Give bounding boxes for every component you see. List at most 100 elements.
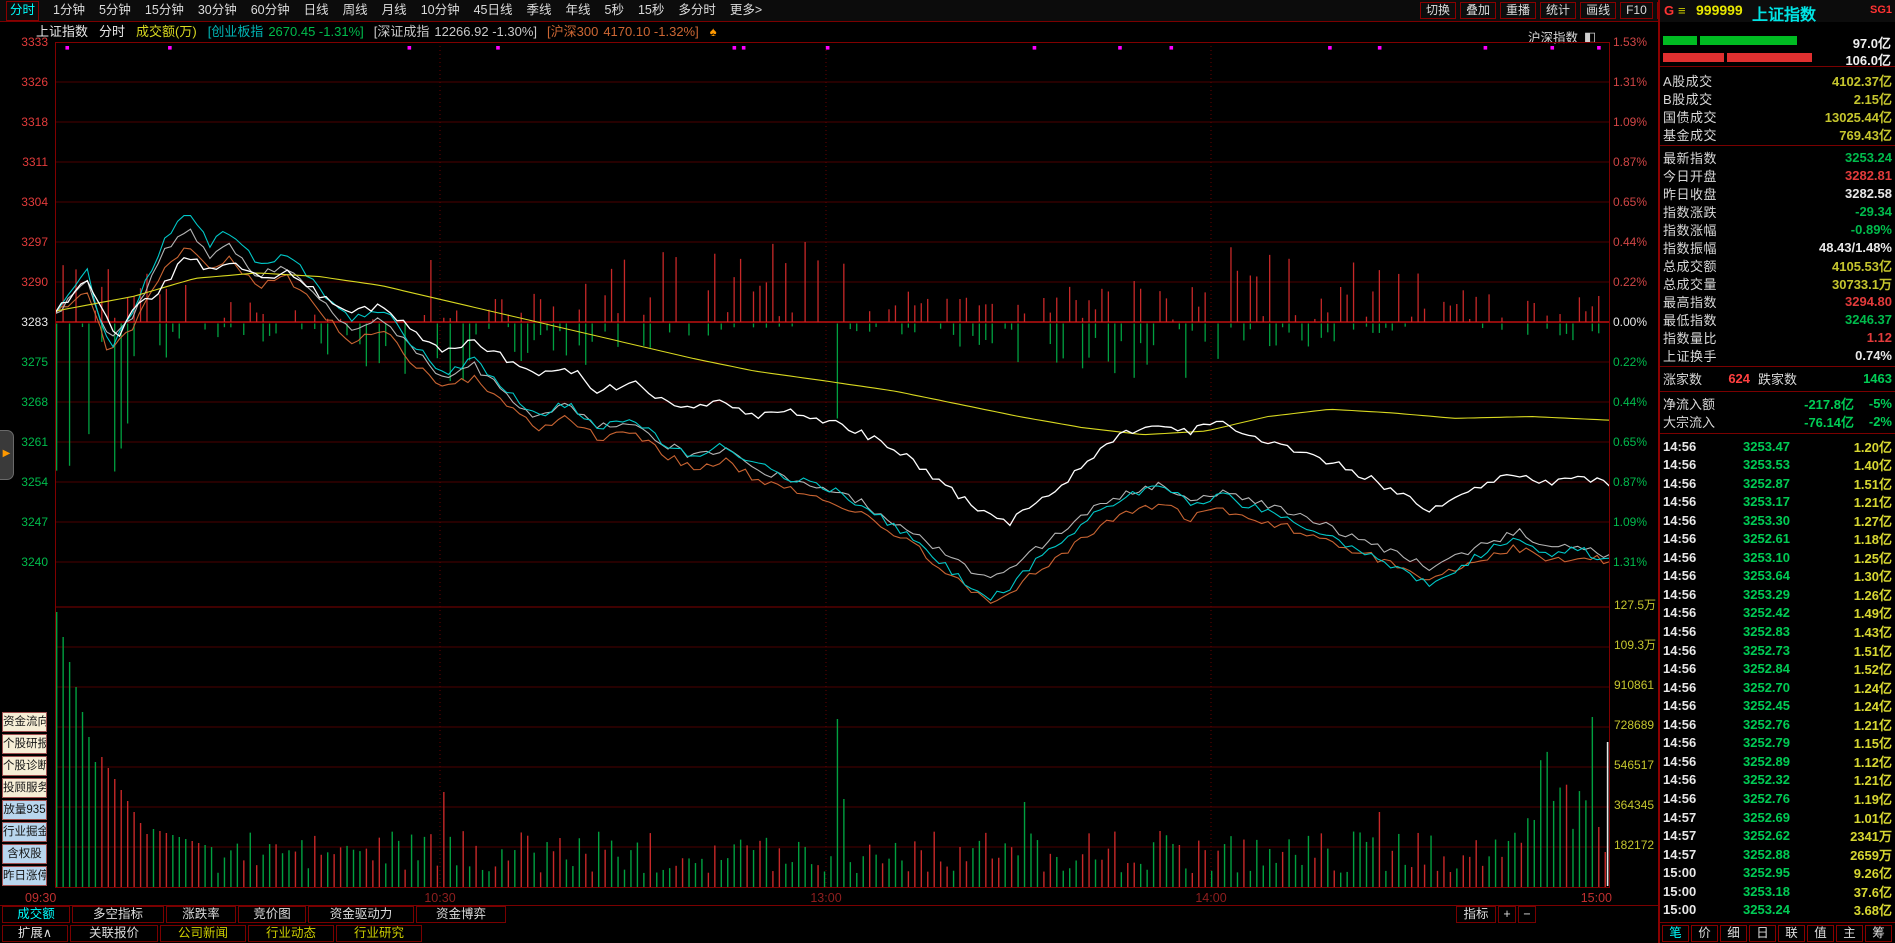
- marker-icon[interactable]: ♠: [710, 23, 717, 40]
- tick-time: 15:00: [1663, 865, 1697, 881]
- panel-tab-主[interactable]: 主: [1836, 925, 1863, 942]
- tick-amount: 1.51亿: [1853, 643, 1892, 659]
- price-axis-label: 3297: [21, 235, 48, 249]
- sidebar-button-行业掘金[interactable]: 行业掘金: [2, 822, 47, 842]
- bottom-tab-多空指标[interactable]: 多空指标: [72, 906, 164, 923]
- sidebar-button-资金流向[interactable]: 资金流向: [2, 712, 47, 732]
- chart-indicator-label[interactable]: 成交额(万): [136, 23, 197, 40]
- action-button-画线[interactable]: 画线: [1580, 2, 1617, 19]
- stat-value: 3282.81: [1845, 167, 1892, 183]
- tick-time: 14:56: [1663, 642, 1697, 658]
- stat-label: 指数涨跌: [1663, 204, 1718, 220]
- bottom-tab-涨跌率[interactable]: 涨跌率: [166, 906, 236, 923]
- price-axis-label: 3275: [21, 355, 48, 369]
- indicator-button[interactable]: 指标: [1456, 906, 1496, 923]
- action-button-统计[interactable]: 统计: [1540, 2, 1577, 19]
- stat-label: 最高指数: [1663, 294, 1718, 310]
- action-button-F10[interactable]: F10: [1620, 2, 1653, 19]
- tick-time: 14:57: [1663, 809, 1697, 825]
- tick-price: 3252.76: [1743, 716, 1790, 732]
- bottom-tab2-行业研究[interactable]: 行业研究: [336, 925, 422, 942]
- tick-price: 3253.30: [1743, 512, 1790, 528]
- tick-time: 14:56: [1663, 531, 1697, 547]
- tick-price: 3253.53: [1743, 457, 1790, 473]
- sidebar-button-昨日涨停[interactable]: 昨日涨停: [2, 866, 47, 886]
- sidebar-button-含权股[interactable]: 含权股: [2, 844, 47, 864]
- panel-tab-细[interactable]: 细: [1720, 925, 1747, 942]
- period-tab-季线[interactable]: 季线: [527, 0, 552, 21]
- stat-label: B股成交: [1663, 91, 1713, 107]
- period-tab-年线[interactable]: 年线: [566, 0, 591, 21]
- volume-axis-label: 127.5万: [1614, 598, 1657, 612]
- period-tab-1分钟[interactable]: 1分钟: [53, 0, 85, 21]
- period-tab-60分钟[interactable]: 60分钟: [251, 0, 290, 21]
- period-tab-月线[interactable]: 月线: [382, 0, 407, 21]
- sidebar-button-投顾服务[interactable]: 投顾服务: [2, 778, 47, 798]
- sidebar-button-放量935[interactable]: 放量935: [2, 800, 47, 820]
- tick-amount: 1.21亿: [1853, 773, 1892, 789]
- tick-price: 3252.89: [1743, 753, 1790, 769]
- zoom-in-button[interactable]: +: [1498, 906, 1516, 923]
- price-axis-label: 3311: [22, 155, 48, 169]
- action-button-叠加[interactable]: 叠加: [1460, 2, 1497, 19]
- period-tab-5秒[interactable]: 5秒: [605, 0, 624, 21]
- chart-period-label[interactable]: 分时: [99, 23, 125, 40]
- period-tab-日线[interactable]: 日线: [304, 0, 329, 21]
- volume-axis-label: 109.3万: [1614, 638, 1657, 652]
- tick-time: 14:56: [1663, 586, 1697, 602]
- stat-row: 总成交量 30733.1万: [1663, 274, 1892, 292]
- stat-row: 国债成交 13025.44亿: [1663, 107, 1892, 125]
- bottom-tab2-关联报价[interactable]: 关联报价: [70, 925, 158, 942]
- time-axis-label: 15:00: [1580, 891, 1612, 905]
- period-tab-更多>[interactable]: 更多>: [730, 0, 762, 21]
- flow-value: -76.14亿: [1804, 414, 1854, 430]
- menu-icon[interactable]: ≡: [1678, 3, 1686, 18]
- sidebar-button-个股诊断[interactable]: 个股诊断: [2, 756, 47, 776]
- bottom-tab-成交额[interactable]: 成交额: [2, 906, 70, 923]
- tick-row: 15:00 3252.95 9.26亿: [1663, 864, 1892, 882]
- bottom-tab2-公司新闻[interactable]: 公司新闻: [160, 925, 246, 942]
- price-axis-label: 3268: [21, 395, 48, 409]
- action-button-切换[interactable]: 切换: [1420, 2, 1457, 19]
- period-tab-45日线[interactable]: 45日线: [474, 0, 513, 21]
- tick-row: 14:56 3252.84 1.52亿: [1663, 660, 1892, 678]
- intraday-chart[interactable]: [55, 42, 1610, 888]
- pct-axis-label: 0.87%: [1613, 155, 1648, 169]
- period-tab-5分钟[interactable]: 5分钟: [99, 0, 131, 21]
- period-tab-10分钟[interactable]: 10分钟: [421, 0, 460, 21]
- panel-tab-价[interactable]: 价: [1691, 925, 1718, 942]
- overlay-name-0: [创业板指: [207, 24, 264, 39]
- overlay-name-1: [深证成指: [373, 24, 430, 39]
- panel-tab-筹[interactable]: 筹: [1865, 925, 1892, 942]
- bottom-tab-资金博弈[interactable]: 资金博弈: [416, 906, 506, 923]
- action-button-重播[interactable]: 重播: [1500, 2, 1537, 19]
- panel-tab-笔[interactable]: 笔: [1662, 925, 1689, 942]
- bottom-tab2-扩展∧[interactable]: 扩展∧: [2, 925, 68, 942]
- panel-divider-line: [1660, 391, 1895, 392]
- period-tab-多分时[interactable]: 多分时: [678, 0, 716, 21]
- panel-tab-日[interactable]: 日: [1749, 925, 1776, 942]
- period-tab-分时[interactable]: 分时: [6, 1, 40, 21]
- tick-amount: 37.6亿: [1853, 884, 1892, 900]
- panel-tab-值[interactable]: 值: [1807, 925, 1834, 942]
- advance-label: 涨家数: [1663, 371, 1703, 387]
- bottom-tab-竞价图[interactable]: 竞价图: [238, 906, 306, 923]
- stat-value: 0.74%: [1855, 347, 1892, 363]
- period-tab-15秒[interactable]: 15秒: [638, 0, 664, 21]
- period-tab-15分钟[interactable]: 15分钟: [145, 0, 184, 21]
- price-axis-label: 3326: [21, 75, 48, 89]
- tick-price: 3252.84: [1743, 661, 1790, 677]
- tick-time: 14:56: [1663, 772, 1697, 788]
- period-tab-周线[interactable]: 周线: [343, 0, 368, 21]
- sidebar-button-个股研报[interactable]: 个股研报: [2, 734, 47, 754]
- overlay-quotes: [创业板指 2670.45 -1.31%] [深证成指 12266.92 -1.30%…: [208, 23, 699, 40]
- bottom-tab-资金驱动力[interactable]: 资金驱动力: [308, 906, 414, 923]
- period-tab-30分钟[interactable]: 30分钟: [198, 0, 237, 21]
- tick-time: 14:56: [1663, 512, 1697, 528]
- zoom-out-button[interactable]: −: [1518, 906, 1536, 923]
- bottom-tab2-行业动态[interactable]: 行业动态: [248, 925, 334, 942]
- tick-amount: 2659万: [1850, 847, 1892, 863]
- panel-divider-line: [1660, 145, 1895, 146]
- panel-tab-联[interactable]: 联: [1778, 925, 1805, 942]
- price-axis-label: 3254: [21, 475, 48, 489]
